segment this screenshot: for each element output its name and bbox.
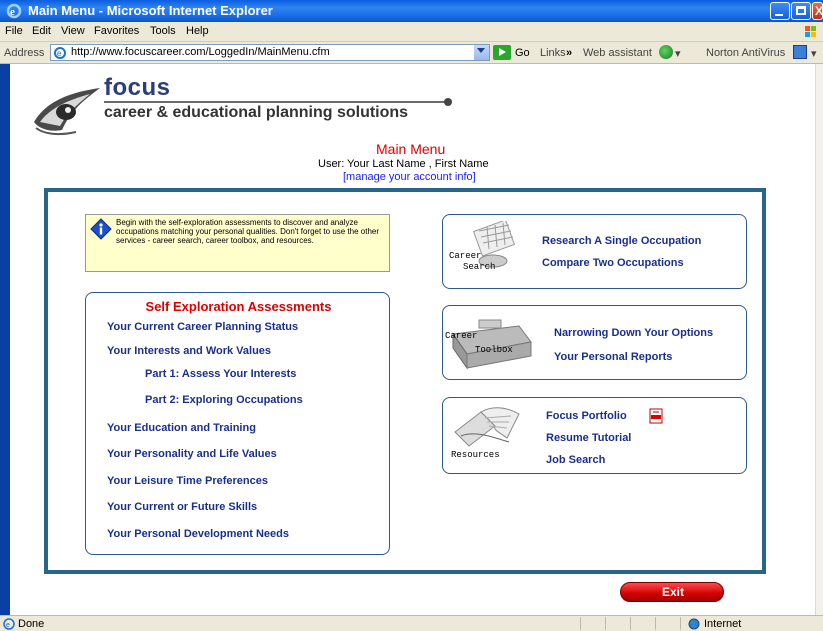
link-assess-interests[interactable]: Part 1: Assess Your Interests — [145, 368, 296, 380]
logo-tagline: career & educational planning solutions — [104, 104, 409, 121]
self-exploration-title: Self Exploration Assessments — [145, 299, 332, 314]
logo-divider — [104, 101, 447, 103]
status-divider — [680, 617, 681, 630]
manage-account-link[interactable]: [manage your account info] — [343, 171, 476, 183]
info-text: Begin with the self-exploration assessme… — [116, 218, 380, 245]
career-toolbox-label-2: Toolbox — [475, 345, 513, 355]
address-label: Address — [4, 47, 45, 59]
status-divider — [580, 617, 581, 630]
main-menu-frame: Begin with the self-exploration assessme… — [44, 188, 766, 574]
status-divider — [630, 617, 631, 630]
career-search-label-1: Career — [449, 251, 482, 261]
windows-flag-icon — [805, 26, 816, 37]
svg-text:e: e — [57, 49, 62, 58]
career-toolbox-image — [452, 319, 532, 370]
info-icon — [90, 218, 112, 240]
page-icon: e — [54, 47, 66, 59]
close-button[interactable]: X — [812, 2, 823, 20]
svg-text:e: e — [10, 6, 15, 18]
status-text: Done — [18, 618, 45, 630]
page-content: focus career & educational planning solu… — [0, 64, 815, 615]
address-url: http://www.focuscareer.com/LoggedIn/Main… — [71, 46, 330, 58]
go-label[interactable]: Go — [515, 47, 530, 59]
resources-image — [454, 407, 520, 447]
menu-edit[interactable]: Edit — [32, 25, 51, 37]
links-chevron[interactable]: » — [566, 47, 572, 59]
pdf-icon[interactable] — [648, 408, 664, 424]
chevron-down-icon — [477, 48, 485, 53]
career-search-label-2: Search — [463, 262, 496, 272]
link-resume-tutorial[interactable]: Resume Tutorial — [546, 432, 631, 444]
page-title: Main Menu — [376, 141, 446, 157]
menu-file[interactable]: File — [5, 25, 23, 37]
resources-label: Resources — [451, 450, 500, 460]
status-divider — [605, 617, 606, 630]
status-divider — [655, 617, 656, 630]
address-bar: Address e http://www.focuscareer.com/Log… — [0, 42, 823, 64]
link-personal-development[interactable]: Your Personal Development Needs — [107, 528, 289, 540]
menu-bar: File Edit View Favorites Tools Help — [0, 22, 823, 42]
focus-eye-logo — [34, 88, 100, 136]
window-title-bar[interactable]: e Main Menu - Microsoft Internet Explore… — [0, 0, 823, 22]
user-name: User: Your Last Name , First Name — [318, 158, 489, 170]
link-personality-life-values[interactable]: Your Personality and Life Values — [107, 448, 277, 460]
link-narrowing-options[interactable]: Narrowing Down Your Options — [554, 327, 713, 339]
arrow-right-icon — [499, 48, 506, 56]
exit-label: Exit — [661, 585, 684, 599]
resources-box: Resources Focus Portfolio Resume Tutoria… — [442, 397, 747, 474]
web-assistant-label[interactable]: Web assistant — [583, 47, 652, 59]
norton-icon[interactable] — [793, 45, 807, 59]
link-personal-reports[interactable]: Your Personal Reports — [554, 351, 672, 363]
career-toolbox-box: Career Toolbox Narrowing Down Your Optio… — [442, 305, 747, 380]
minimize-button[interactable] — [770, 2, 790, 20]
link-focus-portfolio[interactable]: Focus Portfolio — [546, 410, 627, 422]
link-interests-work-values[interactable]: Your Interests and Work Values — [107, 345, 271, 357]
status-bar: e Done Internet — [0, 615, 823, 631]
menu-tools[interactable]: Tools — [150, 25, 176, 37]
maximize-button[interactable] — [791, 2, 811, 20]
link-leisure-time[interactable]: Your Leisure Time Preferences — [107, 475, 268, 487]
go-button[interactable] — [493, 45, 511, 60]
career-search-box: Career Search Research A Single Occupati… — [442, 214, 747, 289]
link-research-occupation[interactable]: Research A Single Occupation — [542, 235, 701, 247]
menu-favorites[interactable]: Favorites — [94, 25, 139, 37]
svg-text:e: e — [6, 622, 10, 629]
self-exploration-box: Self Exploration Assessments Your Curren… — [85, 292, 390, 555]
logo-title: focus — [104, 74, 171, 101]
link-career-planning-status[interactable]: Your Current Career Planning Status — [107, 321, 298, 333]
window-title: Main Menu - Microsoft Internet Explorer — [28, 3, 273, 18]
address-dropdown[interactable] — [474, 45, 489, 60]
link-exploring-occupations[interactable]: Part 2: Exploring Occupations — [145, 394, 303, 406]
link-compare-occupations[interactable]: Compare Two Occupations — [542, 257, 684, 269]
menu-help[interactable]: Help — [186, 25, 209, 37]
close-icon: X — [815, 4, 823, 18]
link-job-search[interactable]: Job Search — [546, 454, 605, 466]
zone-label: Internet — [704, 618, 742, 630]
page-done-icon: e — [3, 618, 15, 630]
address-input[interactable]: e http://www.focuscareer.com/LoggedIn/Ma… — [50, 44, 490, 61]
link-education-training[interactable]: Your Education and Training — [107, 422, 256, 434]
internet-globe-icon — [688, 618, 700, 630]
left-frame-strip — [0, 64, 10, 615]
ie-logo-icon: e — [6, 3, 22, 19]
logo-dot — [444, 98, 452, 106]
links-label[interactable]: Links — [540, 47, 566, 59]
link-skills[interactable]: Your Current or Future Skills — [107, 501, 257, 513]
chevron-down-icon: ▾ — [811, 48, 817, 60]
web-assistant-icon[interactable] — [659, 45, 673, 59]
chevron-down-icon: ▾ — [675, 48, 681, 60]
exit-button[interactable]: Exit — [620, 582, 724, 602]
career-toolbox-label-1: Career — [445, 331, 478, 341]
norton-label[interactable]: Norton AntiVirus — [706, 47, 785, 59]
info-box: Begin with the self-exploration assessme… — [85, 214, 390, 272]
vertical-scrollbar[interactable] — [815, 64, 823, 615]
menu-view[interactable]: View — [61, 25, 85, 37]
